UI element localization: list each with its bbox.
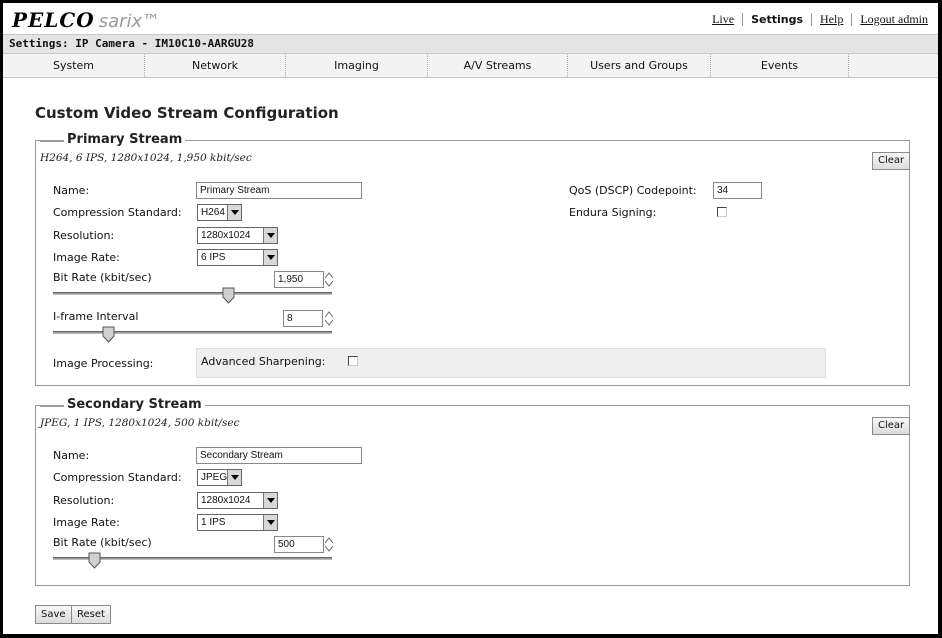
bit-rate-label: Bit Rate (kbit/sec) — [53, 271, 152, 284]
image-rate-label: Image Rate: — [53, 516, 120, 529]
logo-brand: PELCO — [12, 8, 95, 32]
primary-bit-rate-spinner[interactable] — [325, 272, 333, 287]
primary-resolution-value: 1280x1024 — [201, 230, 251, 241]
image-processing-box: Advanced Sharpening: — [196, 348, 826, 378]
settings-link[interactable]: Settings — [751, 13, 803, 26]
tab-events[interactable]: Events — [711, 54, 849, 77]
qos-input[interactable]: 34 — [713, 182, 762, 199]
chevron-down-icon — [227, 205, 241, 220]
name-label: Name: — [53, 184, 90, 197]
qos-label: QoS (DSCP) Codepoint: — [569, 184, 697, 197]
primary-name-input[interactable]: Primary Stream — [196, 182, 362, 199]
primary-bit-rate-slider-thumb[interactable] — [222, 287, 235, 304]
primary-iframe-slider-track[interactable] — [53, 331, 332, 334]
secondary-resolution-value: 1280x1024 — [201, 495, 251, 506]
iframe-label: I-frame Interval — [53, 310, 139, 323]
secondary-bit-rate-slider-thumb[interactable] — [88, 552, 101, 569]
help-link[interactable]: Help — [820, 12, 843, 27]
secondary-image-rate-select[interactable]: 1 IPS — [197, 514, 278, 531]
pelco-sarix-logo: PELCO sarix™ — [12, 8, 160, 32]
primary-iframe-slider-thumb[interactable] — [102, 326, 115, 343]
reset-button[interactable]: Reset — [71, 605, 111, 624]
primary-stream-legend: Primary Stream — [39, 132, 186, 147]
secondary-bit-rate-input[interactable]: 500 — [274, 536, 324, 553]
secondary-name-input[interactable]: Secondary Stream — [196, 447, 362, 464]
tab-network[interactable]: Network — [145, 54, 286, 77]
primary-compression-select[interactable]: H264 — [197, 204, 242, 221]
endura-signing-checkbox[interactable] — [717, 207, 727, 217]
advanced-sharpening-label: Advanced Sharpening: — [201, 355, 326, 368]
secondary-clear-button[interactable]: Clear — [872, 417, 911, 435]
secondary-compression-value: JPEG — [201, 472, 228, 483]
logout-link[interactable]: Logout admin — [860, 12, 928, 27]
primary-iframe-input[interactable]: 8 — [283, 310, 323, 327]
link-divider — [851, 13, 853, 26]
image-processing-label: Image Processing: — [53, 357, 154, 370]
resolution-label: Resolution: — [53, 229, 115, 242]
chevron-down-icon — [227, 470, 241, 485]
chevron-down-icon — [263, 250, 277, 265]
save-button[interactable]: Save — [35, 605, 72, 624]
endura-signing-label: Endura Signing: — [569, 206, 657, 219]
tab-av-streams[interactable]: A/V Streams — [428, 54, 568, 77]
primary-stream-summary: H264, 6 IPS, 1280x1024, 1,950 kbit/sec — [40, 152, 252, 164]
tab-system[interactable]: System — [3, 54, 145, 77]
primary-bit-rate-slider-track[interactable] — [53, 292, 332, 295]
chevron-down-icon — [263, 515, 277, 530]
primary-stream-panel: Primary Stream H264, 6 IPS, 1280x1024, 1… — [35, 132, 911, 386]
secondary-stream-legend: Secondary Stream — [40, 397, 205, 412]
name-label: Name: — [53, 449, 90, 462]
header-bar: PELCO sarix™ Live Settings Help Logout a… — [3, 3, 938, 34]
primary-resolution-select[interactable]: 1280x1024 — [197, 227, 278, 244]
tab-imaging[interactable]: Imaging — [286, 54, 428, 77]
primary-compression-value: H264 — [201, 207, 225, 218]
bit-rate-label: Bit Rate (kbit/sec) — [53, 536, 152, 549]
chevron-down-icon — [263, 493, 277, 508]
advanced-sharpening-checkbox[interactable] — [348, 356, 358, 366]
primary-iframe-spinner[interactable] — [325, 311, 333, 326]
compression-label: Compression Standard: — [53, 471, 182, 484]
secondary-stream-summary: JPEG, 1 IPS, 1280x1024, 500 kbit/sec — [40, 417, 240, 429]
resolution-label: Resolution: — [53, 494, 115, 507]
breadcrumb: Settings: IP Camera - IM10C10-AARGU28 — [3, 34, 938, 54]
secondary-stream-panel: Secondary Stream JPEG, 1 IPS, 1280x1024,… — [35, 397, 911, 586]
primary-clear-button[interactable]: Clear — [872, 152, 911, 170]
primary-image-rate-value: 6 IPS — [201, 252, 226, 263]
live-link[interactable]: Live — [712, 12, 734, 27]
top-links: Live Settings Help Logout admin — [712, 12, 928, 27]
secondary-compression-select[interactable]: JPEG — [197, 469, 242, 486]
page-title: Custom Video Stream Configuration — [35, 104, 339, 122]
settings-nav: System Network Imaging A/V Streams Users… — [3, 54, 938, 78]
primary-bit-rate-input[interactable]: 1,950 — [274, 271, 324, 288]
image-rate-label: Image Rate: — [53, 251, 120, 264]
chevron-down-icon — [263, 228, 277, 243]
primary-image-rate-select[interactable]: 6 IPS — [197, 249, 278, 266]
tab-users-and-groups[interactable]: Users and Groups — [568, 54, 711, 77]
secondary-bit-rate-spinner[interactable] — [325, 537, 333, 552]
logo-product: sarix™ — [98, 11, 161, 32]
secondary-image-rate-value: 1 IPS — [201, 517, 226, 528]
compression-label: Compression Standard: — [53, 206, 182, 219]
secondary-resolution-select[interactable]: 1280x1024 — [197, 492, 278, 509]
link-divider — [742, 13, 744, 26]
link-divider — [811, 13, 812, 26]
